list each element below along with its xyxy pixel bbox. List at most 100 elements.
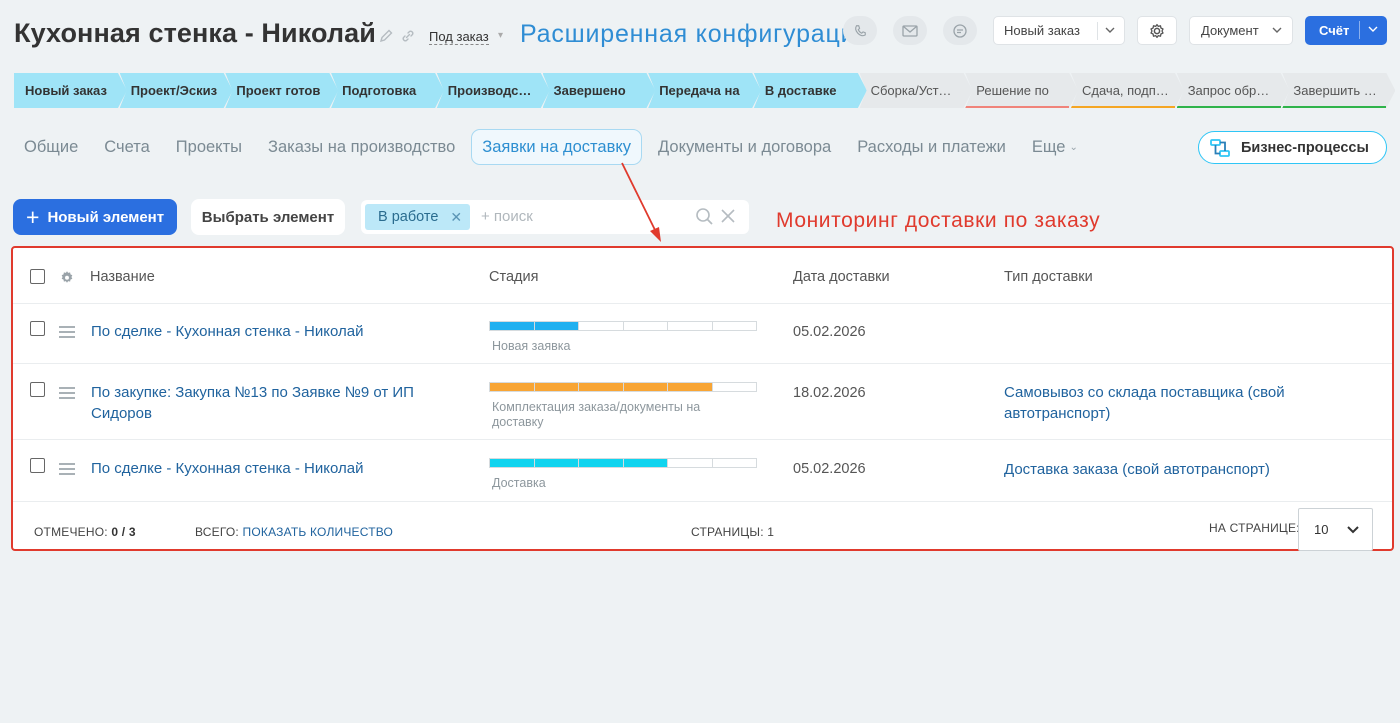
tab-6[interactable]: Документы и договора [648,129,841,165]
progress-segment [713,383,757,391]
tab-8[interactable]: Еще ⌄ [1022,129,1088,165]
stage-label: Проект готов [236,83,321,98]
stage-8[interactable]: В доставке [754,73,867,108]
order-type-selector[interactable]: Под заказ [429,29,489,45]
row-name-link[interactable]: По сделке - Кухонная стенка - Николай [91,321,363,342]
stage-3[interactable]: Проект готов [225,73,338,108]
row-checkbox[interactable] [30,382,45,397]
row-checkbox[interactable] [30,458,45,473]
drag-handle-icon[interactable] [59,463,75,475]
page-title: Кухонная стенка - Николай [14,18,376,48]
row-stage-label: Новая заявка [492,339,571,353]
tab-1[interactable]: Общие [14,129,88,165]
search-input[interactable]: + поиск [481,208,533,225]
drag-handle-icon[interactable] [59,326,75,338]
progress-segment [579,383,624,391]
tab-label: Счета [104,137,150,156]
filter-chip-label: В работе [378,209,439,225]
progress-segment [579,322,624,330]
stage-2[interactable]: Проект/Эскиз [120,73,233,108]
tab-5[interactable]: Заявки на доставку [471,129,643,165]
tab-2[interactable]: Счета [94,129,160,165]
settings-button[interactable] [1137,16,1177,45]
stage-10[interactable]: Решение по [965,73,1078,108]
document-button[interactable]: Документ [1189,16,1293,45]
business-process-label: Бизнес-процессы [1241,139,1369,156]
per-page-label: На странице: [1209,521,1300,535]
mail-icon[interactable] [893,16,927,45]
gear-icon [1150,23,1164,38]
row-name-link[interactable]: По закупке: Закупка №13 по Заявке №9 от … [91,382,451,424]
row-stage-progress[interactable] [489,321,757,331]
progress-segment [623,383,668,391]
stage-label: Новый заказ [25,83,107,98]
pencil-icon[interactable] [378,28,394,44]
row-delivery-type[interactable]: Доставка заказа (свой автотранспорт) [1004,459,1344,480]
filter-search-bar[interactable]: В работе ✕ + поиск [361,200,749,234]
chevron-down-icon: ⌄ [1069,141,1078,153]
show-count-link[interactable]: Показать количество [243,525,394,539]
row-delivery-date: 05.02.2026 [793,324,866,340]
grid-header: Название Стадия Дата доставки Тип достав… [13,248,1392,304]
stage-13[interactable]: Завершить сделку [1282,73,1395,108]
row-stage-progress[interactable] [489,458,757,468]
phone-icon[interactable] [843,16,877,45]
stage-label: Передача на [659,83,740,98]
per-page-value: 10 [1314,522,1329,537]
column-date-header[interactable]: Дата доставки [793,269,890,285]
tab-label: Еще [1031,137,1066,156]
tab-7[interactable]: Расходы и платежи [847,129,1016,165]
stage-4[interactable]: Подготовка [331,73,444,108]
row-delivery-date: 18.02.2026 [793,385,866,401]
tab-label: Заказы на производство [268,137,456,156]
table-row[interactable]: По закупке: Закупка №13 по Заявке №9 от … [13,364,1392,440]
drag-handle-icon[interactable] [59,387,75,399]
row-delivery-type[interactable]: Самовывоз со склада поставщика (свой авт… [1004,382,1344,424]
stage-5[interactable]: Производство [437,73,550,108]
select-all-checkbox[interactable] [30,269,45,284]
tab-3[interactable]: Проекты [166,129,252,165]
stage-1[interactable]: Новый заказ [14,73,127,108]
search-icon[interactable] [695,207,715,227]
tab-label: Заявки на доставку [482,137,632,156]
stage-label: Сдача, подписание [1082,83,1170,98]
chat-icon[interactable] [943,16,977,45]
chevron-down-icon[interactable] [1367,23,1379,35]
business-process-button[interactable]: Бизнес-процессы [1198,131,1387,164]
stage-label: Завершить сделку [1293,83,1378,98]
tab-label: Расходы и платежи [857,137,1006,156]
chevron-down-icon[interactable] [1104,24,1116,36]
tab-4[interactable]: Заказы на производство [258,129,465,165]
tab-label: Общие [24,137,79,156]
stage-9[interactable]: Сборка/Установка [860,73,973,108]
table-row[interactable]: По сделке - Кухонная стенка - Николай Но… [13,304,1392,364]
config-title: Расширенная конфигурация [520,20,870,48]
per-page-select[interactable]: 10 [1298,508,1373,551]
row-name-link[interactable]: По сделке - Кухонная стенка - Николай [91,458,363,479]
stage-12[interactable]: Запрос обратной [1177,73,1290,108]
progress-segment [713,322,757,330]
column-name-header[interactable]: Название [90,269,155,285]
column-stage-header[interactable]: Стадия [489,269,538,285]
close-icon[interactable]: ✕ [450,209,462,226]
tab-label: Проекты [175,137,242,156]
row-checkbox[interactable] [30,321,45,336]
select-element-button[interactable]: Выбрать элемент [191,199,345,235]
table-row[interactable]: По сделке - Кухонная стенка - Николай До… [13,440,1392,502]
stage-11[interactable]: Сдача, подписание [1071,73,1184,108]
row-stage-progress[interactable] [489,382,757,392]
new-order-button[interactable]: Новый заказ [993,16,1125,45]
progress-segment [490,322,535,330]
stage-6[interactable]: Завершено [543,73,656,108]
filter-chip[interactable]: В работе ✕ [365,204,471,230]
invoice-button[interactable]: Счёт [1305,16,1387,45]
gear-icon[interactable] [59,269,75,285]
column-type-header[interactable]: Тип доставки [1004,269,1093,285]
stage-label: Решение по [976,83,1049,98]
clear-icon[interactable] [720,208,736,224]
row-delivery-date: 05.02.2026 [793,461,866,477]
progress-segment [668,322,713,330]
link-icon[interactable] [400,28,416,44]
new-element-button[interactable]: + Новый элемент [13,199,177,235]
stage-7[interactable]: Передача на [648,73,761,108]
